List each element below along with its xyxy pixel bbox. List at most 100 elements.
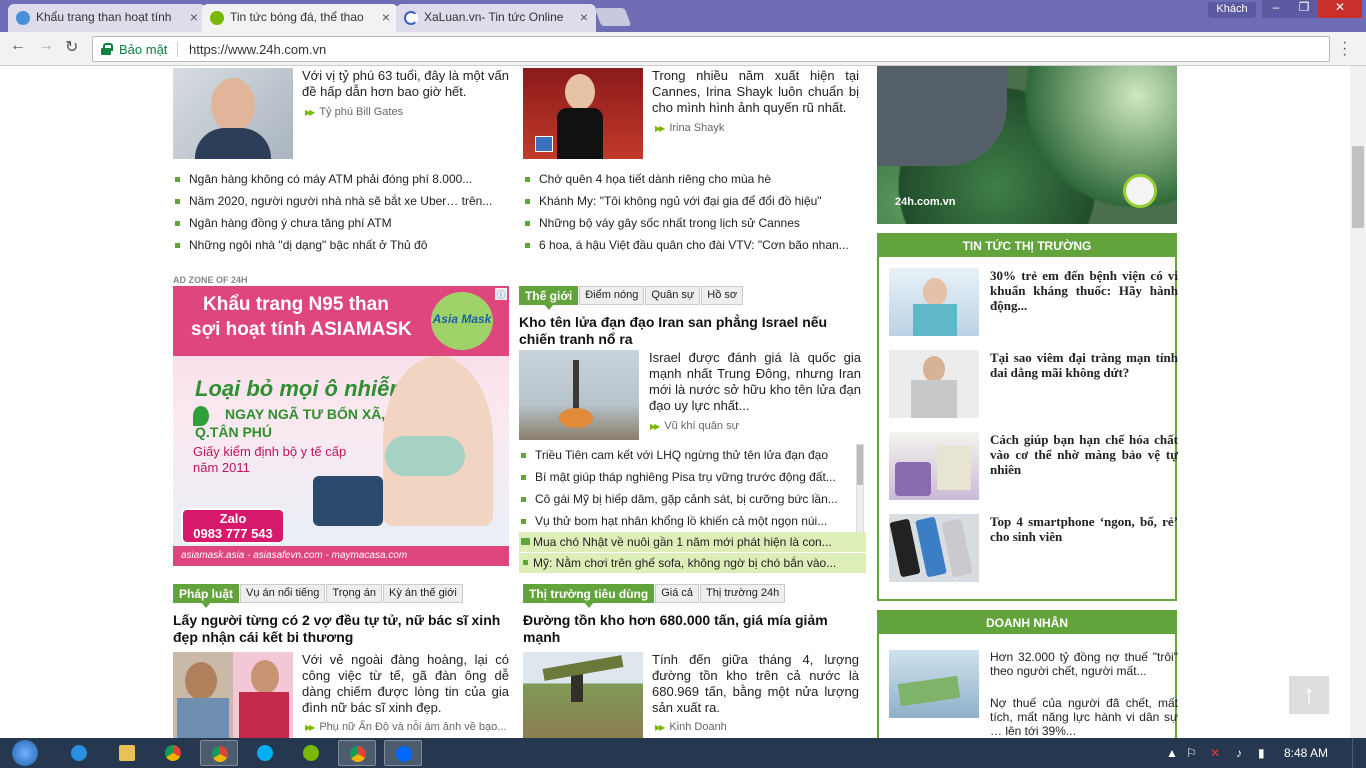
asiamask-ad-banner[interactable]: Khẩu trang N95 than sợi hoạt tính ASIAMA… <box>173 286 509 566</box>
taskbar-chrome[interactable] <box>154 740 192 766</box>
page-scrollbar[interactable] <box>1350 66 1366 738</box>
topic-tag[interactable]: Irina Shayk <box>655 122 724 134</box>
volume-icon[interactable]: ♪ <box>1236 746 1242 760</box>
tab-vu-an-noi-tieng[interactable]: Vụ án nổi tiếng <box>240 584 326 603</box>
taskbar-explorer[interactable] <box>108 740 146 766</box>
tab-gia-ca[interactable]: Giá cả <box>655 584 699 603</box>
list-item[interactable]: Vụ thử bom hạt nhân khổng lồ khiến cả mộ… <box>521 514 851 528</box>
summary-text[interactable]: Với vẻ ngoài đàng hoàng, lại có công việ… <box>302 652 509 716</box>
list-item[interactable]: Khánh My: "Tôi không ngủ với đại gia để … <box>525 194 860 208</box>
windows-taskbar: ▲ ⚐ ✕ ♪ ▮ 8:48 AM <box>0 738 1366 768</box>
24h-favicon-icon <box>210 11 224 25</box>
maximize-button[interactable]: ❐ <box>1290 0 1318 18</box>
article-headline[interactable]: Đường tồn kho hơn 680.000 tấn, giá mía g… <box>523 612 843 646</box>
bill-gates-photo[interactable] <box>173 68 293 159</box>
page-scrollbar-thumb[interactable] <box>1352 146 1364 228</box>
loading-spinner-icon <box>404 11 418 25</box>
taskbar-chrome-active[interactable] <box>338 740 376 766</box>
taskbar-ie[interactable] <box>60 740 98 766</box>
tab-ho-so[interactable]: Hồ sơ <box>701 286 744 305</box>
tab-24h[interactable]: Tin tức bóng đá, thể thao × <box>202 4 398 32</box>
tab-xaluan[interactable]: XaLuan.vn- Tin tức Online × <box>396 4 596 32</box>
address-bar[interactable]: Bảo mật https://www.24h.com.vn <box>92 36 1330 62</box>
video-list-item[interactable]: Mỹ: Nằm chơi trên ghế sofa, không ngờ bị… <box>519 553 866 573</box>
show-desktop-button[interactable] <box>1352 738 1366 768</box>
irina-shayk-photo[interactable] <box>523 68 643 159</box>
list-item[interactable]: Cô gái Mỹ bị hiếp dâm, gặp cảnh sát, bị … <box>521 492 851 506</box>
zalo-contact-box[interactable]: Zalo 0983 777 543 <box>181 508 285 544</box>
topic-tag[interactable]: Kinh Doanh <box>655 721 727 733</box>
reload-icon[interactable]: ↻ <box>65 37 78 57</box>
url-text[interactable]: https://www.24h.com.vn <box>189 42 326 57</box>
minimize-button[interactable]: – <box>1262 0 1290 18</box>
close-tab-icon[interactable]: × <box>382 9 390 25</box>
list-item[interactable]: Chớ quên 4 họa tiết dành riêng cho mùa h… <box>525 172 860 186</box>
app-icon <box>303 745 319 761</box>
list-item[interactable]: Năm 2020, người người nhà nhà sẽ bắt xe … <box>175 194 505 208</box>
tray-network-icon[interactable]: ⚐ <box>1186 746 1197 760</box>
topic-tag[interactable]: Vũ khí quân sự <box>650 420 739 432</box>
summary-text[interactable]: Israel được đánh giá là quốc gia mạnh nh… <box>649 350 861 414</box>
list-item[interactable]: Ngân hàng không có máy ATM phải đóng phí… <box>175 172 505 186</box>
list-item[interactable]: Bí mật giúp tháp nghiêng Pisa trụ vững t… <box>521 470 851 484</box>
ad-info-icon[interactable]: ⓘ <box>495 288 507 300</box>
tab-phap-luat[interactable]: Pháp luật <box>173 584 240 608</box>
tab-the-gioi[interactable]: Thế giới <box>519 286 579 310</box>
zalo-label: Zalo <box>219 511 247 526</box>
topic-tag[interactable]: Phụ nữ Ấn Độ và nỗi ám ảnh về bạo... <box>305 721 506 733</box>
back-to-top-button[interactable]: ↑ <box>1289 676 1329 714</box>
law-section-tabs: Pháp luật Vụ án nổi tiếng Trọng án Kỳ án th… <box>173 584 464 608</box>
tab-title: XaLuan.vn- Tin tức Online <box>424 10 564 24</box>
topic-tag[interactable]: Tỷ phú Bill Gates <box>305 106 403 118</box>
tab-khau-trang[interactable]: Khẩu trang than hoạt tính × <box>8 4 206 32</box>
close-tab-icon[interactable]: × <box>190 9 198 25</box>
tab-trong-an[interactable]: Trọng án <box>326 584 383 603</box>
list-item[interactable]: 6 hoa, á hậu Việt đầu quân cho đài VTV: … <box>525 238 860 252</box>
list-item[interactable]: Những ngôi nhà "dị dạng" bậc nhất ở Thủ … <box>175 238 505 252</box>
new-tab-button[interactable] <box>594 8 632 26</box>
back-arrow-icon[interactable]: ← <box>10 37 26 55</box>
taskbar-clock[interactable]: 8:48 AM <box>1284 746 1328 760</box>
forward-arrow-icon[interactable]: → <box>38 37 54 55</box>
tab-diem-nong[interactable]: Điểm nóng <box>579 286 645 305</box>
watermelon-banner[interactable]: 24h.com.vn <box>877 66 1177 224</box>
tab-thi-truong-24h[interactable]: Thị trường 24h <box>700 584 786 603</box>
close-tab-icon[interactable]: × <box>580 9 588 25</box>
start-button[interactable] <box>4 739 44 767</box>
tab-quan-su[interactable]: Quân sự <box>645 286 701 305</box>
site-favicon-icon <box>16 11 30 25</box>
video-list-item[interactable]: Mua chó Nhật về nuôi gần 1 năm mới phát … <box>519 532 866 552</box>
article-headline[interactable]: Kho tên lửa đạn đạo Iran san phẳng Israe… <box>519 314 849 348</box>
missile-launch-photo[interactable] <box>519 350 639 440</box>
summary-text[interactable]: Tính đến giữa tháng 4, lượng đường tồn k… <box>652 652 859 716</box>
ad-headline: Loại bỏ mọi ô nhiễm <box>195 376 409 401</box>
map-pin-icon <box>193 406 209 426</box>
face-mask-image <box>385 436 465 476</box>
list-scrollbar[interactable] <box>856 444 864 534</box>
guest-profile-badge[interactable]: Khách <box>1208 2 1256 18</box>
tab-thi-truong-tieu-dung[interactable]: Thị trường tiêu dùng <box>523 584 655 608</box>
tray-alert-icon[interactable]: ✕ <box>1210 746 1220 760</box>
taskbar-chrome-window[interactable] <box>200 740 238 766</box>
taskbar-skype[interactable] <box>246 740 284 766</box>
zalo-icon <box>396 746 412 762</box>
menu-dots-icon[interactable]: · · · <box>1342 35 1347 63</box>
chrome-icon <box>212 746 228 762</box>
list-item[interactable]: Ngân hàng đồng ý chưa tăng phí ATM <box>175 216 505 230</box>
close-window-button[interactable]: ✕ <box>1318 0 1362 18</box>
sugarcane-photo[interactable] <box>523 652 643 738</box>
tray-expand-icon[interactable]: ▲ <box>1166 746 1178 760</box>
tab-ky-an-the-gioi[interactable]: Kỳ án thế giới <box>383 584 463 603</box>
ad-line2: sợi hoạt tính ASIAMASK <box>191 319 412 340</box>
list-item[interactable]: Những bộ váy gây sốc nhất trong lịch sử … <box>525 216 860 230</box>
law-article-photo[interactable] <box>173 652 293 738</box>
list-item[interactable]: Triều Tiên cam kết với LHQ ngừng thử tên… <box>521 448 851 462</box>
video-link-text: Mỹ: Nằm chơi trên ghế sofa, không ngờ bị… <box>533 556 837 570</box>
secure-label[interactable]: Bảo mật <box>119 42 167 57</box>
summary-text[interactable]: Trong nhiều năm xuất hiện tại Cannes, Ir… <box>652 68 859 116</box>
taskbar-app[interactable] <box>292 740 330 766</box>
taskbar-zalo[interactable] <box>384 740 422 766</box>
summary-text[interactable]: Với vị tỷ phú 63 tuổi, đây là một vấn đề… <box>302 68 509 100</box>
signal-icon[interactable]: ▮ <box>1258 746 1265 760</box>
article-headline[interactable]: Lấy người từng có 2 vợ đều tự tử, nữ bác… <box>173 612 508 646</box>
